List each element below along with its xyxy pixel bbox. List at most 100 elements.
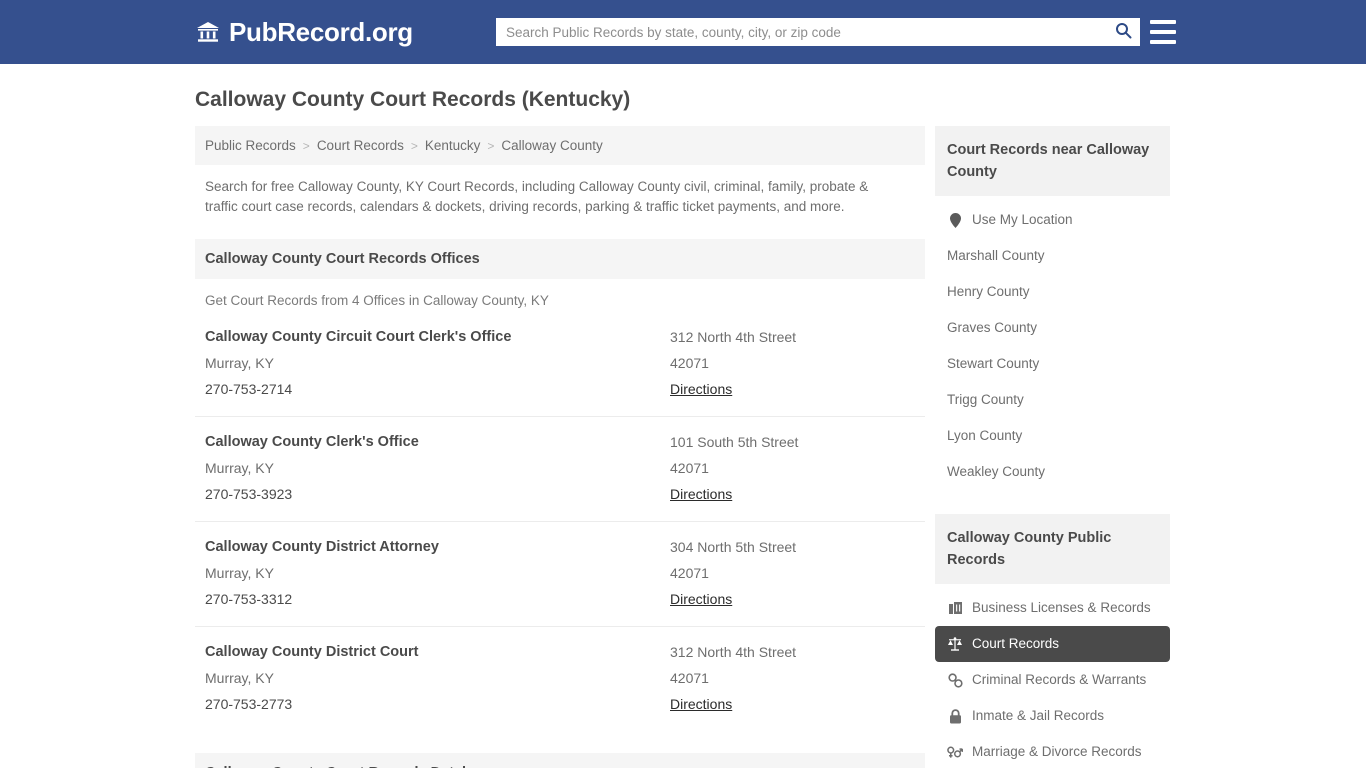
sidebar-item-label: Court Records <box>972 636 1060 651</box>
lock-icon <box>947 708 963 724</box>
table-row: Calloway County Circuit Court Clerk's Of… <box>195 318 925 416</box>
hamburger-bar <box>1150 40 1176 44</box>
breadcrumb-item-public-records[interactable]: Public Records <box>205 138 296 153</box>
office-address: 312 North 4th Street 42071 Directions <box>670 639 915 717</box>
offices-section-subheading: Get Court Records from 4 Offices in Call… <box>205 293 549 308</box>
sidebar-item-use-my-location[interactable]: Use My Location <box>935 202 1170 238</box>
directions-link[interactable]: Directions <box>670 376 732 402</box>
sidebar-item-inmate-jail-records[interactable]: Inmate & Jail Records <box>935 698 1170 734</box>
page-intro-text: Search for free Calloway County, KY Cour… <box>205 179 869 214</box>
sidebar-item-label: Stewart County <box>947 356 1040 371</box>
sidebar-item-marshall-county[interactable]: Marshall County <box>935 238 1170 274</box>
directions-link[interactable]: Directions <box>670 691 732 717</box>
breadcrumb-separator-icon: > <box>302 138 310 153</box>
office-city-state: Murray, KY <box>205 565 274 581</box>
sidebar-item-label: Use My Location <box>972 212 1073 227</box>
sidebar-item-label: Marshall County <box>947 248 1045 263</box>
hamburger-bar <box>1150 20 1176 24</box>
sidebar-item-business-licenses[interactable]: Business Licenses & Records <box>935 590 1170 626</box>
office-phone: 270-753-2773 <box>205 696 293 712</box>
breadcrumb-separator-icon: > <box>410 138 418 153</box>
table-row: Calloway County District Court Murray, K… <box>195 626 925 731</box>
search-input[interactable] <box>496 18 1106 46</box>
breadcrumb-separator-icon: > <box>487 138 495 153</box>
office-details: Calloway County District Attorney Murray… <box>205 534 670 612</box>
office-phone: 270-753-3923 <box>205 486 293 502</box>
office-zip: 42071 <box>670 565 709 581</box>
sidebar: Court Records near Calloway County Use M… <box>935 126 1170 768</box>
content-columns: Public Records > Court Records > Kentuck… <box>195 126 1366 768</box>
office-name: Calloway County Clerk's Office <box>205 434 419 450</box>
sidebar-public-records-heading: Calloway County Public Records <box>935 514 1170 584</box>
bank-building-icon <box>195 19 221 45</box>
sidebar-item-label: Lyon County <box>947 428 1023 443</box>
office-zip: 42071 <box>670 460 709 476</box>
office-details: Calloway County Clerk's Office Murray, K… <box>205 429 670 507</box>
office-zip: 42071 <box>670 355 709 371</box>
sidebar-item-criminal-records[interactable]: Criminal Records & Warrants <box>935 662 1170 698</box>
map-pin-icon <box>947 212 963 228</box>
office-street: 101 South 5th Street <box>670 434 799 450</box>
sidebar-item-weakley-county[interactable]: Weakley County <box>935 454 1170 490</box>
sidebar-item-graves-county[interactable]: Graves County <box>935 310 1170 346</box>
sidebar-item-label: Weakley County <box>947 464 1046 479</box>
office-city-state: Murray, KY <box>205 670 274 686</box>
hamburger-bar <box>1150 30 1176 34</box>
sidebar-public-records-block: Calloway County Public Records Business … <box>935 514 1170 768</box>
office-address: 312 North 4th Street 42071 Directions <box>670 324 915 402</box>
breadcrumb-item-court-records[interactable]: Court Records <box>317 138 404 153</box>
search-icon <box>1115 22 1132 42</box>
briefcase-icon <box>947 600 963 616</box>
office-phone: 270-753-3312 <box>205 591 293 607</box>
databases-section-heading: Calloway County Court Records Databases <box>195 753 925 768</box>
sidebar-public-records-list: Business Licenses & Records Court Record… <box>935 584 1170 768</box>
sidebar-item-label: Trigg County <box>947 392 1024 407</box>
sidebar-item-label: Henry County <box>947 284 1030 299</box>
office-details: Calloway County District Court Murray, K… <box>205 639 670 717</box>
office-name: Calloway County District Attorney <box>205 539 439 555</box>
office-street: 304 North 5th Street <box>670 539 797 555</box>
directions-link[interactable]: Directions <box>670 481 732 507</box>
office-zip: 42071 <box>670 670 709 686</box>
office-city-state: Murray, KY <box>205 460 274 476</box>
office-address: 304 North 5th Street 42071 Directions <box>670 534 915 612</box>
sidebar-item-marriage-divorce-records[interactable]: Marriage & Divorce Records <box>935 734 1170 768</box>
office-street: 312 North 4th Street <box>670 329 797 345</box>
sidebar-item-trigg-county[interactable]: Trigg County <box>935 382 1170 418</box>
brand-name: PubRecord.org <box>229 16 413 47</box>
office-phone: 270-753-2714 <box>205 381 293 397</box>
scales-of-justice-icon <box>947 636 963 652</box>
sidebar-item-label: Marriage & Divorce Records <box>972 744 1142 759</box>
search-button[interactable] <box>1106 18 1140 46</box>
main-content: Public Records > Court Records > Kentuck… <box>195 126 925 768</box>
office-name: Calloway County District Court <box>205 644 419 660</box>
breadcrumb-item-calloway-county[interactable]: Calloway County <box>501 138 602 153</box>
hamburger-menu-icon[interactable] <box>1150 20 1176 44</box>
table-row: Calloway County Clerk's Office Murray, K… <box>195 416 925 521</box>
breadcrumb: Public Records > Court Records > Kentuck… <box>195 126 925 165</box>
office-address: 101 South 5th Street 42071 Directions <box>670 429 915 507</box>
office-details: Calloway County Circuit Court Clerk's Of… <box>205 324 670 402</box>
sidebar-item-label: Business Licenses & Records <box>972 600 1151 615</box>
search-bar <box>496 18 1140 46</box>
sidebar-item-lyon-county[interactable]: Lyon County <box>935 418 1170 454</box>
breadcrumb-item-kentucky[interactable]: Kentucky <box>425 138 481 153</box>
sidebar-item-label: Graves County <box>947 320 1038 335</box>
sidebar-item-court-records[interactable]: Court Records <box>935 626 1170 662</box>
sidebar-nearby-heading: Court Records near Calloway County <box>935 126 1170 196</box>
directions-link[interactable]: Directions <box>670 586 732 612</box>
sidebar-item-stewart-county[interactable]: Stewart County <box>935 346 1170 382</box>
site-header: PubRecord.org <box>0 0 1366 64</box>
offices-section-heading: Calloway County Court Records Offices <box>195 239 925 279</box>
table-row: Calloway County District Attorney Murray… <box>195 521 925 626</box>
sidebar-nearby-list: Use My Location Marshall County Henry Co… <box>935 196 1170 492</box>
brand-logo-link[interactable]: PubRecord.org <box>195 17 413 48</box>
office-street: 312 North 4th Street <box>670 644 797 660</box>
office-name: Calloway County Circuit Court Clerk's Of… <box>205 329 512 345</box>
page-body: Calloway County Court Records (Kentucky)… <box>0 88 1366 768</box>
handcuffs-icon <box>947 672 963 688</box>
sidebar-item-label: Inmate & Jail Records <box>972 708 1105 723</box>
page-title: Calloway County Court Records (Kentucky) <box>195 88 631 111</box>
office-city-state: Murray, KY <box>205 355 274 371</box>
sidebar-item-henry-county[interactable]: Henry County <box>935 274 1170 310</box>
